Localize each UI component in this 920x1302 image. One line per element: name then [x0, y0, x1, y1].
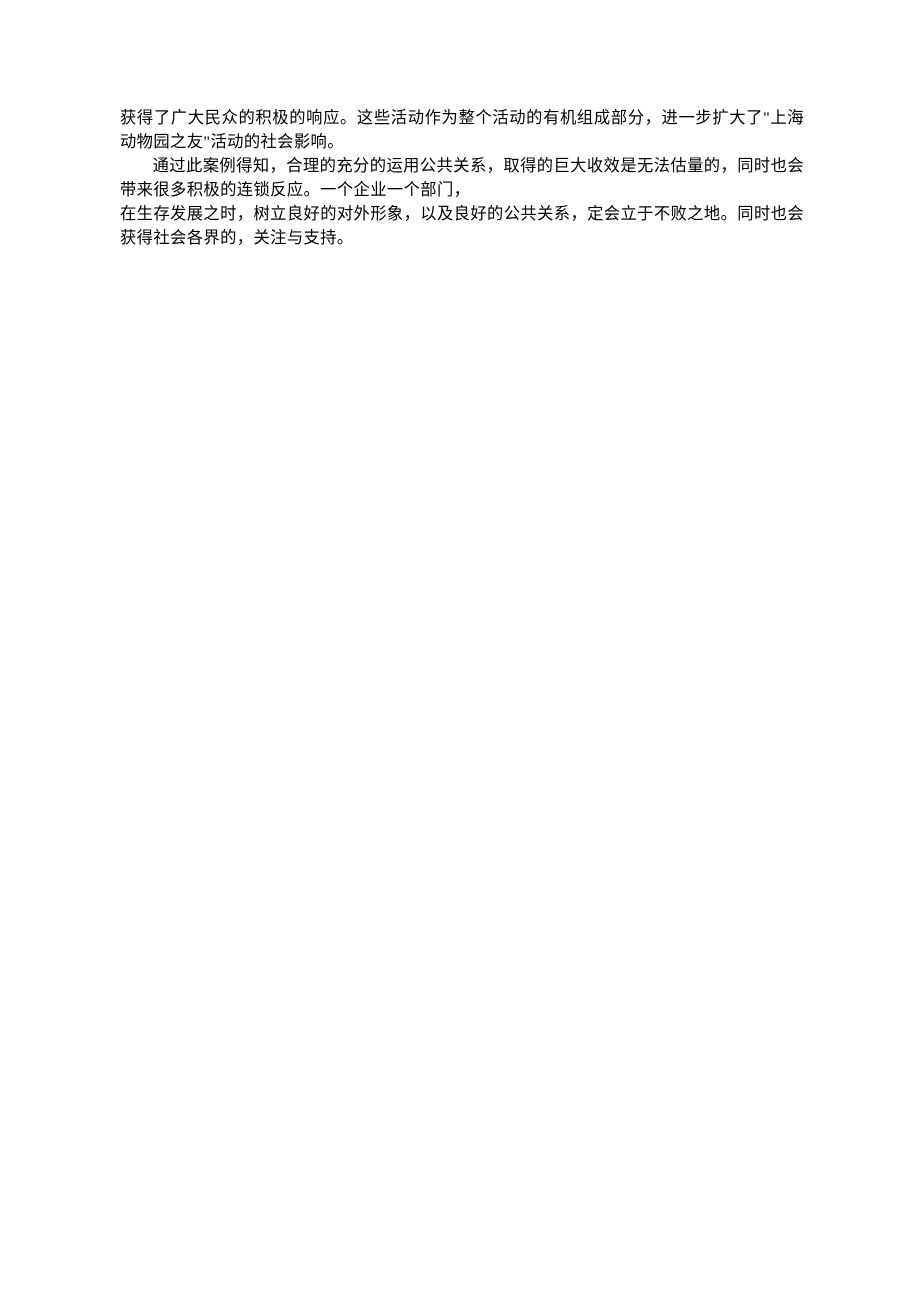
document-page: 获得了广大民众的积极的响应。这些活动作为整个活动的有机组成部分，进一步扩大了"上… [0, 0, 920, 1302]
paragraph-3: 在生存发展之时，树立良好的对外形象，以及良好的公共关系，定会立于不败之地。同时也… [120, 202, 804, 250]
paragraph-1: 获得了广大民众的积极的响应。这些活动作为整个活动的有机组成部分，进一步扩大了"上… [120, 106, 804, 154]
paragraph-2: 通过此案例得知，合理的充分的运用公共关系，取得的巨大收效是无法估量的，同时也会带… [120, 154, 804, 202]
